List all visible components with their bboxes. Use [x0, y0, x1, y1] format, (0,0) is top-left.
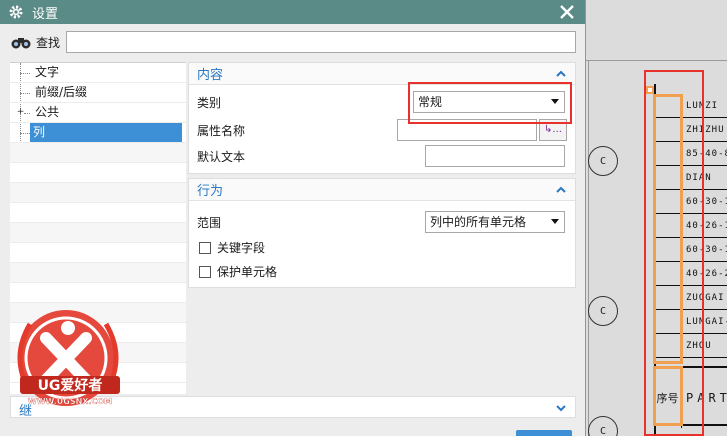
tree-empty-row: [10, 243, 186, 263]
chevron-up-icon[interactable]: [555, 68, 567, 80]
tree-empty-row: [10, 163, 186, 183]
default-text-input[interactable]: [425, 145, 565, 167]
drawing-border-line-top: [586, 60, 727, 61]
attribute-button-label: ↳...: [544, 124, 562, 135]
close-icon[interactable]: [557, 2, 577, 22]
dialog-titlebar[interactable]: 设置: [0, 0, 585, 24]
category-label: 类别: [197, 95, 222, 110]
tree-branch: [24, 113, 30, 114]
tree-item-label: 前缀/后缀: [35, 85, 88, 99]
tree-empty-row: [10, 223, 186, 243]
behavior-section-header[interactable]: 行为: [189, 179, 575, 201]
default-text-label: 默认文本: [197, 149, 246, 164]
protect-cell-checkbox[interactable]: 保护单元格: [199, 263, 277, 280]
column-selection-outline: [653, 94, 683, 364]
tree-empty-row: [10, 143, 186, 163]
tree-empty-row: [10, 203, 186, 223]
watermark-url: WWW.UGSNX.COM: [28, 397, 112, 406]
tree-branch: [20, 93, 30, 94]
checkbox-label: 保护单元格: [217, 265, 278, 279]
tree-item-label: 文字: [35, 65, 60, 79]
column-handle[interactable]: [646, 86, 654, 94]
section-title: 内容: [197, 68, 224, 83]
tree-empty-row: [10, 263, 186, 283]
tree-item-label: 公共: [35, 105, 60, 119]
callout-circle[interactable]: C: [588, 416, 618, 436]
category-highlight-box: [408, 82, 572, 124]
gear-icon: [9, 5, 23, 19]
tree-item-prefix-suffix[interactable]: 前缀/后缀: [10, 83, 186, 103]
callout-label: C: [599, 155, 607, 167]
tree-branch: [20, 133, 30, 134]
binoculars-icon: [11, 38, 31, 49]
ok-button[interactable]: [516, 430, 572, 436]
find-label: 查找: [36, 35, 61, 50]
tree-empty-row: [10, 183, 186, 203]
dropdown-arrow-icon: [551, 219, 559, 224]
callout-label: C: [599, 425, 607, 436]
callout-circle[interactable]: C: [588, 296, 618, 326]
find-bar: 查找: [0, 24, 585, 60]
callout-circle[interactable]: C: [588, 146, 618, 176]
watermark-brand: UG爱好者: [38, 377, 103, 394]
dialog-title: 设置: [32, 6, 59, 22]
checkbox-box[interactable]: [199, 241, 211, 254]
chevron-down-icon[interactable]: [555, 402, 567, 414]
ug-watermark-logo: UG爱好者 WWW.UGSNX.COM: [17, 310, 120, 406]
tree-branch: [20, 73, 30, 74]
checkbox-box[interactable]: [199, 265, 211, 278]
tree-item-text[interactable]: 文字: [10, 63, 186, 83]
key-field-checkbox[interactable]: 关键字段: [199, 239, 265, 256]
scope-dropdown[interactable]: 列中的所有单元格: [425, 211, 565, 233]
scope-value: 列中的所有单元格: [430, 215, 527, 229]
column-header-selection-outline: [653, 366, 683, 426]
tree-item-label: 列: [30, 123, 182, 142]
tree-item-column[interactable]: 列: [10, 123, 186, 143]
drawing-border-line: [588, 60, 589, 436]
callout-label: C: [599, 305, 607, 317]
tree-item-common[interactable]: + 公共: [10, 103, 186, 123]
section-title: 行为: [197, 184, 224, 199]
scope-label: 范围: [197, 215, 222, 230]
find-input[interactable]: [66, 31, 577, 53]
checkbox-label: 关键字段: [217, 241, 266, 255]
attr-name-label: 属性名称: [197, 123, 246, 138]
behavior-section: 行为 范围 列中的所有单元格 关键字段 保护单元格: [188, 178, 576, 288]
chevron-up-icon[interactable]: [555, 184, 567, 196]
